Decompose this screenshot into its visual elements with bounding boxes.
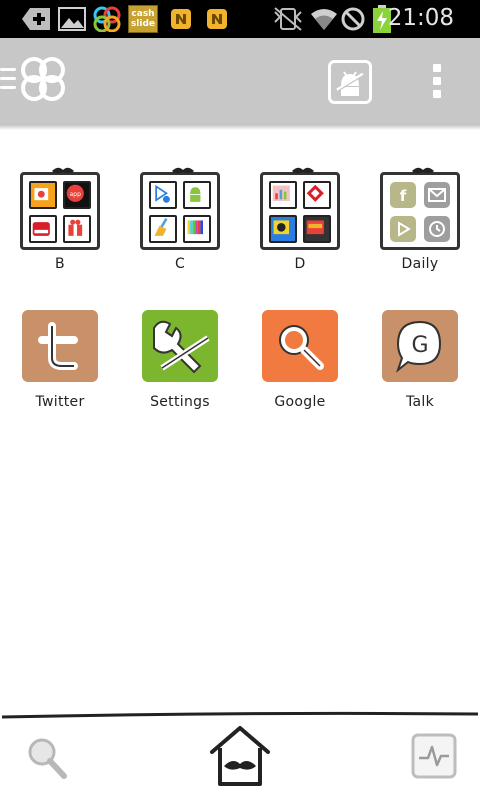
overflow-menu-icon[interactable] bbox=[428, 64, 446, 100]
folder-label: D bbox=[294, 256, 306, 272]
notification-n-icon bbox=[207, 9, 227, 29]
folder-d[interactable]: D bbox=[248, 167, 352, 280]
go-launcher-icon bbox=[93, 6, 121, 32]
folder-frame: app bbox=[20, 167, 100, 250]
pulse-icon[interactable] bbox=[410, 732, 458, 780]
play-mini-icon bbox=[389, 215, 417, 243]
folder-label: B bbox=[55, 256, 65, 272]
notification-n-icon bbox=[171, 9, 191, 29]
app-twitter[interactable]: Twitter bbox=[8, 308, 112, 416]
svg-text:G: G bbox=[411, 333, 428, 358]
wifi-icon bbox=[311, 9, 337, 30]
diamond-mini-icon bbox=[303, 181, 331, 209]
facebook-mini-icon: f bbox=[389, 181, 417, 209]
folder-b[interactable]: app B bbox=[8, 167, 112, 280]
home-screen: cash slide 21:08 app B C D f Daily Twitt… bbox=[0, 0, 480, 800]
image-icon bbox=[58, 7, 86, 31]
mustache-icon bbox=[52, 167, 74, 174]
blocked-icon bbox=[341, 7, 365, 31]
folder-c[interactable]: C bbox=[128, 167, 232, 280]
mustache-icon bbox=[172, 167, 194, 174]
android-mini-icon bbox=[183, 181, 211, 209]
app-label: Talk bbox=[405, 394, 434, 410]
status-time: 21:08 bbox=[387, 5, 454, 31]
folder-label: Daily bbox=[401, 256, 439, 272]
market-mini-icon bbox=[29, 215, 57, 243]
vibrate-icon bbox=[274, 7, 302, 31]
svg-text:f: f bbox=[400, 187, 407, 205]
app-mini-icon: app bbox=[63, 181, 91, 209]
brush-mini-icon bbox=[149, 215, 177, 243]
status-bar: cash slide 21:08 bbox=[0, 0, 480, 38]
tv-bars-mini-icon bbox=[183, 215, 211, 243]
cashslide-text: cash slide bbox=[130, 9, 156, 29]
app-label: Settings bbox=[150, 394, 210, 410]
home-mustache-icon[interactable] bbox=[206, 724, 274, 788]
search-icon[interactable] bbox=[24, 734, 68, 780]
folder-frame bbox=[260, 167, 340, 250]
contacts-mini-icon bbox=[29, 181, 57, 209]
add-icon bbox=[22, 8, 50, 30]
folder-frame bbox=[140, 167, 220, 250]
menu-lines-icon[interactable] bbox=[0, 68, 16, 90]
photo-mini-icon bbox=[269, 215, 297, 243]
app-settings[interactable]: Settings bbox=[128, 308, 232, 416]
android-debug-icon[interactable] bbox=[328, 60, 372, 104]
app-label: Twitter bbox=[35, 394, 85, 410]
chart-mini-icon bbox=[269, 181, 297, 209]
mustache-icon bbox=[292, 167, 314, 174]
clock-mini-icon bbox=[423, 215, 451, 243]
action-bar-shadow bbox=[0, 124, 480, 130]
games-mini-icon bbox=[303, 215, 331, 243]
mail-mini-icon bbox=[423, 181, 451, 209]
mustache-icon bbox=[412, 167, 434, 174]
dock-divider bbox=[1, 711, 479, 719]
app-talk[interactable]: G Talk bbox=[368, 308, 472, 416]
settings-tools-icon bbox=[142, 310, 218, 382]
svg-text:app: app bbox=[70, 191, 81, 198]
go-launcher-logo-icon[interactable] bbox=[16, 54, 70, 106]
app-label: Google bbox=[274, 394, 326, 410]
folder-frame: f bbox=[380, 167, 460, 250]
cashslide-icon: cash slide bbox=[128, 5, 158, 33]
gift-mini-icon bbox=[63, 215, 91, 243]
action-bar bbox=[0, 38, 480, 124]
twitter-icon bbox=[22, 310, 98, 382]
folder-label: C bbox=[174, 256, 186, 272]
folder-daily[interactable]: f Daily bbox=[368, 167, 472, 280]
play-store-mini-icon bbox=[149, 181, 177, 209]
magnifier-icon bbox=[262, 310, 338, 382]
talk-bubble-icon: G bbox=[382, 310, 458, 382]
app-google[interactable]: Google bbox=[248, 308, 352, 416]
